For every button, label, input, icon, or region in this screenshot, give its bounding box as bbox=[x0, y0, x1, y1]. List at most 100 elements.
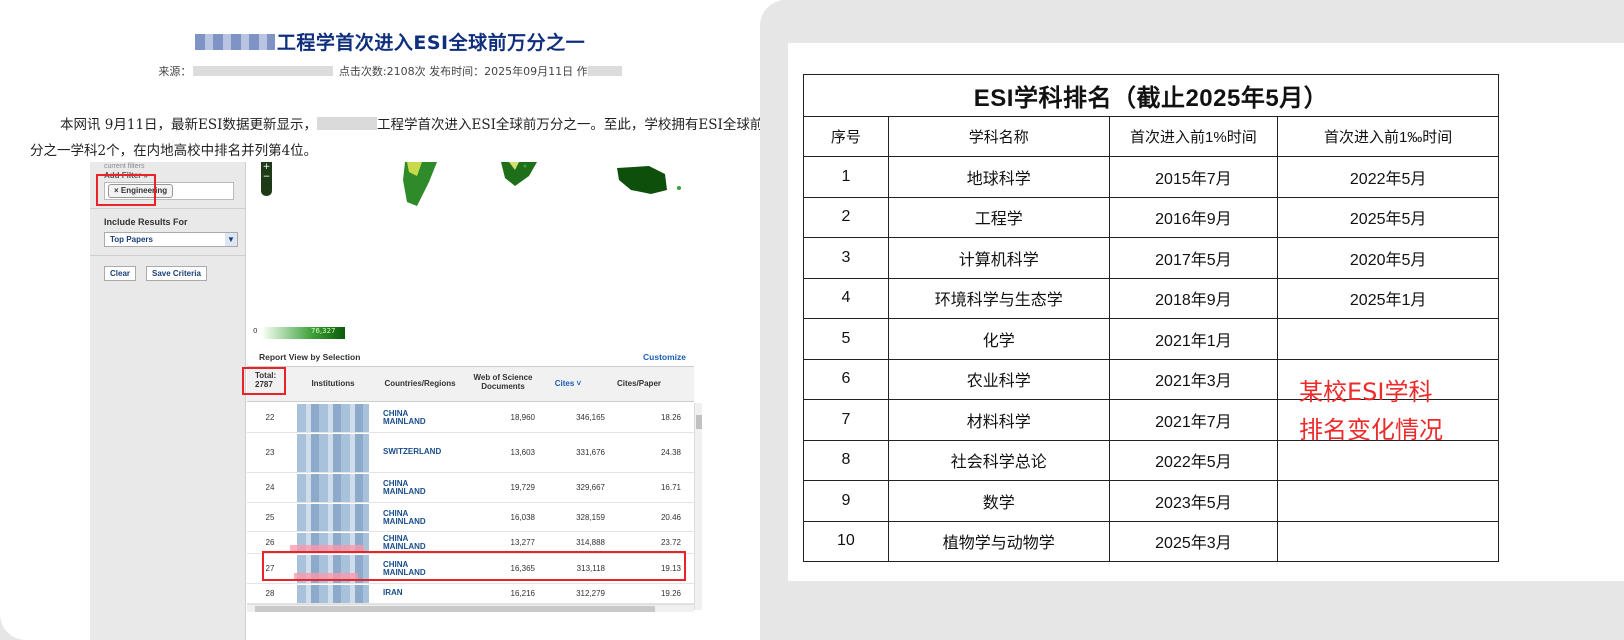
current-filters-label: current filters bbox=[104, 163, 145, 170]
redacted-source bbox=[193, 66, 334, 76]
cites-cell: 346,165 bbox=[576, 413, 605, 422]
redacted-institution bbox=[297, 474, 369, 502]
row-index: 3 bbox=[803, 237, 889, 279]
country-link[interactable]: CHINA MAINLAND bbox=[383, 510, 463, 526]
row-index: 2 bbox=[803, 196, 889, 238]
world-map[interactable]: + − 0 76,327 bbox=[247, 162, 702, 342]
clear-button[interactable]: Clear bbox=[104, 266, 137, 281]
table-row: 1 地球科学 2015年7月 2022年5月 bbox=[803, 156, 1499, 198]
highlight-box-filter bbox=[96, 174, 156, 206]
country-link[interactable]: CHINA MAINLAND bbox=[383, 410, 463, 426]
row-index: 9 bbox=[803, 480, 889, 522]
cites-per-paper-cell: 19.26 bbox=[660, 589, 681, 598]
first-1-permille: 2020年5月 bbox=[1277, 237, 1499, 279]
row-index: 7 bbox=[803, 399, 889, 441]
table-row[interactable]: 22 CHINA MAINLAND 18,960 346,165 18.26 bbox=[247, 403, 694, 433]
subject-name: 数学 bbox=[887, 480, 1110, 522]
first-1-percent: 2015年7月 bbox=[1108, 156, 1279, 198]
customize-link[interactable]: Customize bbox=[643, 352, 686, 362]
esi-screenshot: current filters Add Filter » × Engineeri… bbox=[90, 162, 702, 640]
table-row[interactable]: 28 IRAN 16,216 312,279 19.26 bbox=[247, 584, 694, 604]
cites-per-paper-cell: 23.72 bbox=[660, 538, 681, 547]
subject-name: 材料科学 bbox=[887, 399, 1110, 441]
cites-per-paper-cell: 24.38 bbox=[660, 448, 681, 457]
redacted-author bbox=[587, 66, 622, 76]
col-cites-per-paper[interactable]: Cites/Paper bbox=[609, 379, 669, 388]
legend-max: 76,327 bbox=[311, 327, 336, 335]
row-index: 5 bbox=[803, 318, 889, 360]
col-countries[interactable]: Countries/Regions bbox=[375, 379, 465, 388]
vertical-scrollbar[interactable] bbox=[694, 403, 702, 610]
report-view-bar: Report View by Selection Customize bbox=[247, 348, 702, 366]
rank-cell: 22 bbox=[265, 413, 275, 422]
first-1-permille bbox=[1277, 480, 1499, 522]
first-1-percent: 2017年5月 bbox=[1108, 237, 1279, 279]
first-1-percent: 2018年9月 bbox=[1108, 277, 1279, 319]
redacted-institution bbox=[297, 585, 369, 603]
divider bbox=[90, 208, 246, 209]
first-1-permille bbox=[1277, 520, 1499, 562]
table-row[interactable]: 23 SWITZERLAND 13,603 331,676 24.38 bbox=[247, 433, 694, 473]
cites-cell: 329,667 bbox=[576, 483, 605, 492]
table-row: 9 数学 2023年5月 bbox=[803, 480, 1499, 522]
table-row[interactable]: 25 CHINA MAINLAND 16,038 328,159 20.46 bbox=[247, 503, 694, 532]
header-first-1-permille: 首次进入前1‰时间 bbox=[1277, 116, 1499, 157]
article-title: 工程学首次进入ESI全球前万分之一 bbox=[0, 28, 780, 55]
article-meta: 来源： 点击次数:2108次 发布时间：2025年09月11日 作 bbox=[0, 63, 780, 79]
documents-cell: 19,729 bbox=[510, 483, 535, 492]
cites-cell: 331,676 bbox=[576, 448, 605, 457]
table-row: 5 化学 2021年1月 bbox=[803, 318, 1499, 360]
country-link[interactable]: SWITZERLAND bbox=[383, 448, 463, 456]
include-results-label: Include Results For bbox=[104, 217, 188, 227]
cites-cell: 328,159 bbox=[576, 513, 605, 522]
table-row: 3 计算机科学 2017年5月 2020年5月 bbox=[803, 237, 1499, 279]
row-index: 8 bbox=[803, 439, 889, 481]
first-1-percent: 2022年5月 bbox=[1108, 439, 1279, 481]
horizontal-scrollbar[interactable] bbox=[247, 604, 694, 612]
first-1-permille: 2022年5月 bbox=[1277, 156, 1499, 198]
rank-cell: 24 bbox=[265, 483, 275, 492]
rank-cell: 26 bbox=[265, 538, 275, 547]
row-index: 6 bbox=[803, 358, 889, 400]
first-1-percent: 2023年5月 bbox=[1108, 480, 1279, 522]
country-link[interactable]: IRAN bbox=[383, 589, 463, 597]
col-institutions[interactable]: Institutions bbox=[303, 379, 363, 388]
cites-per-paper-cell: 20.46 bbox=[660, 513, 681, 522]
include-results-select[interactable]: Top Papers ▼ bbox=[104, 232, 238, 247]
save-criteria-button[interactable]: Save Criteria bbox=[146, 266, 207, 281]
header-subject: 学科名称 bbox=[887, 116, 1110, 157]
col-cites[interactable]: Cites ˅ bbox=[545, 379, 591, 388]
documents-cell: 18,960 bbox=[510, 413, 535, 422]
redacted-institution bbox=[297, 404, 369, 432]
esi-ranking-image: ESI学科排名（截止2025年5月） 序号 学科名称 首次进入前1%时间 首次进… bbox=[788, 43, 1624, 581]
rank-cell: 25 bbox=[265, 513, 275, 522]
country-link[interactable]: CHINA MAINLAND bbox=[383, 480, 463, 496]
news-article: 工程学首次进入ESI全球前万分之一 来源： 点击次数:2108次 发布时间：20… bbox=[0, 0, 780, 640]
highlight-box-row-27 bbox=[262, 551, 686, 581]
highlight-box-total bbox=[242, 367, 286, 395]
subject-name: 计算机科学 bbox=[887, 237, 1110, 279]
first-1-percent: 2021年7月 bbox=[1108, 399, 1279, 441]
scroll-thumb[interactable] bbox=[696, 415, 702, 429]
scroll-thumb[interactable] bbox=[255, 606, 655, 612]
ranking-caption: ESI学科排名（截止2025年5月） bbox=[803, 74, 1499, 117]
table-header: Total: 2787 Institutions Countries/Region… bbox=[247, 366, 694, 402]
rank-cell: 23 bbox=[265, 448, 275, 457]
cites-cell: 312,279 bbox=[576, 589, 605, 598]
row-index: 4 bbox=[803, 277, 889, 319]
header-first-1-percent: 首次进入前1%时间 bbox=[1108, 116, 1279, 157]
col-documents[interactable]: Web of Science Documents bbox=[463, 373, 543, 391]
cites-cell: 314,888 bbox=[576, 538, 605, 547]
row-index: 10 bbox=[803, 520, 889, 562]
cites-per-paper-cell: 16.71 bbox=[660, 483, 681, 492]
article-paragraph: 本网讯 9月11日，最新ESI数据更新显示， 工程学首次进入ESI全球前万分之一。… bbox=[30, 117, 777, 159]
ranking-table-body: 1 地球科学 2015年7月 2022年5月 2 工程学 2016年9月 2025年5月 3 计算… bbox=[803, 156, 1499, 562]
first-1-permille: 2025年5月 bbox=[1277, 196, 1499, 238]
table-row[interactable]: 24 CHINA MAINLAND 19,729 329,667 16.71 bbox=[247, 473, 694, 503]
divider bbox=[90, 255, 246, 256]
documents-cell: 13,277 bbox=[510, 538, 535, 547]
country-link[interactable]: CHINA MAINLAND bbox=[383, 535, 463, 551]
chevron-down-icon: ▼ bbox=[225, 233, 237, 246]
table-row: 2 工程学 2016年9月 2025年5月 bbox=[803, 196, 1499, 238]
subject-name: 农业科学 bbox=[887, 358, 1110, 400]
